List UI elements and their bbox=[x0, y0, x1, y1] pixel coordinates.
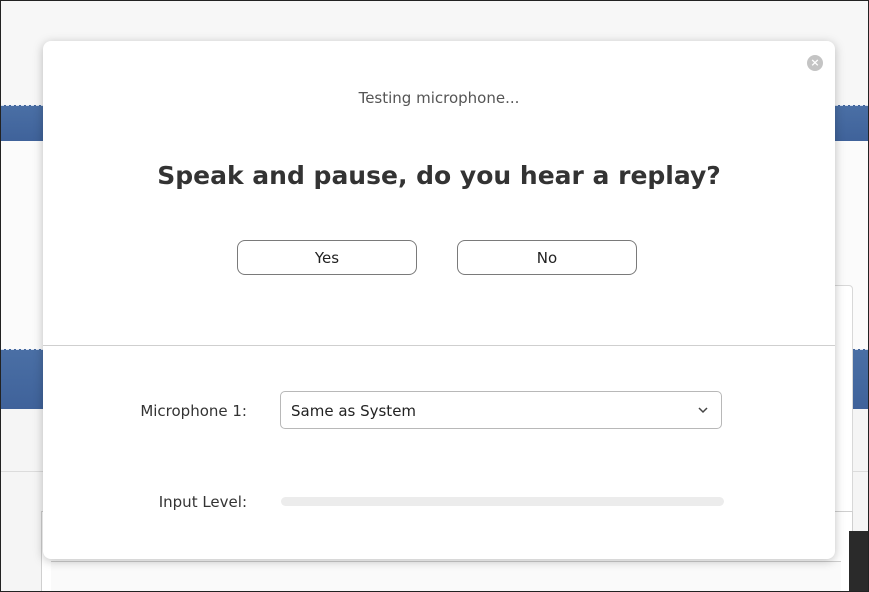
background-panel-inner bbox=[51, 561, 841, 591]
microphone-select-value: Same as System bbox=[291, 402, 417, 420]
input-level-meter bbox=[281, 497, 724, 506]
screen-frame: × Testing microphone... Speak and pause,… bbox=[0, 0, 869, 592]
background-dark-region bbox=[849, 531, 868, 591]
microphone-select[interactable]: Same as System bbox=[280, 391, 722, 429]
section-divider bbox=[43, 345, 835, 346]
yes-button[interactable]: Yes bbox=[237, 240, 417, 275]
input-level-label: Input Level: bbox=[158, 493, 247, 511]
microphone-label: Microphone 1: bbox=[140, 402, 247, 420]
no-button[interactable]: No bbox=[457, 240, 637, 275]
microphone-test-dialog: × Testing microphone... Speak and pause,… bbox=[43, 41, 835, 559]
close-icon[interactable]: × bbox=[807, 55, 823, 71]
chevron-down-icon bbox=[698, 407, 708, 414]
replay-question-heading: Speak and pause, do you hear a replay? bbox=[157, 161, 721, 190]
testing-status-text: Testing microphone... bbox=[358, 89, 520, 107]
